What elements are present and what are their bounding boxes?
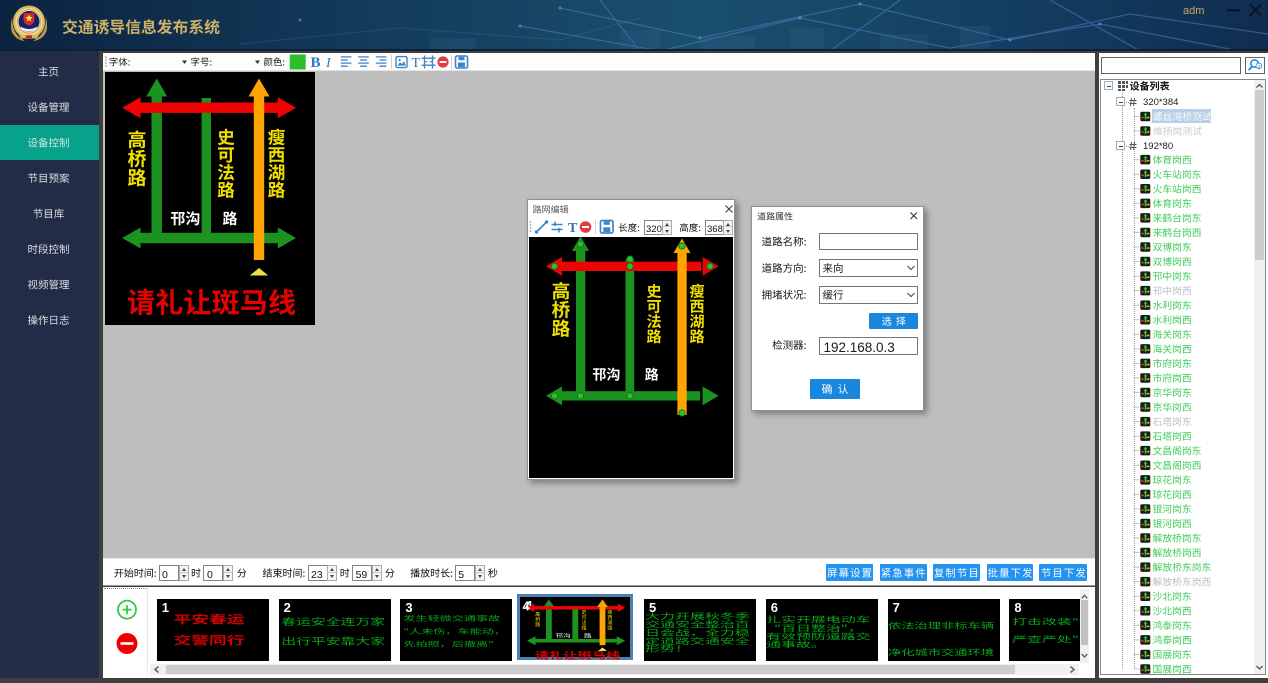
svg-text:T: T <box>568 221 578 236</box>
svg-text:T: T <box>412 56 421 71</box>
svg-text:I: I <box>325 56 332 71</box>
svg-text:adm: adm <box>1183 5 1204 17</box>
svg-text:B: B <box>311 55 321 71</box>
svg-text:4: 4 <box>523 599 531 614</box>
